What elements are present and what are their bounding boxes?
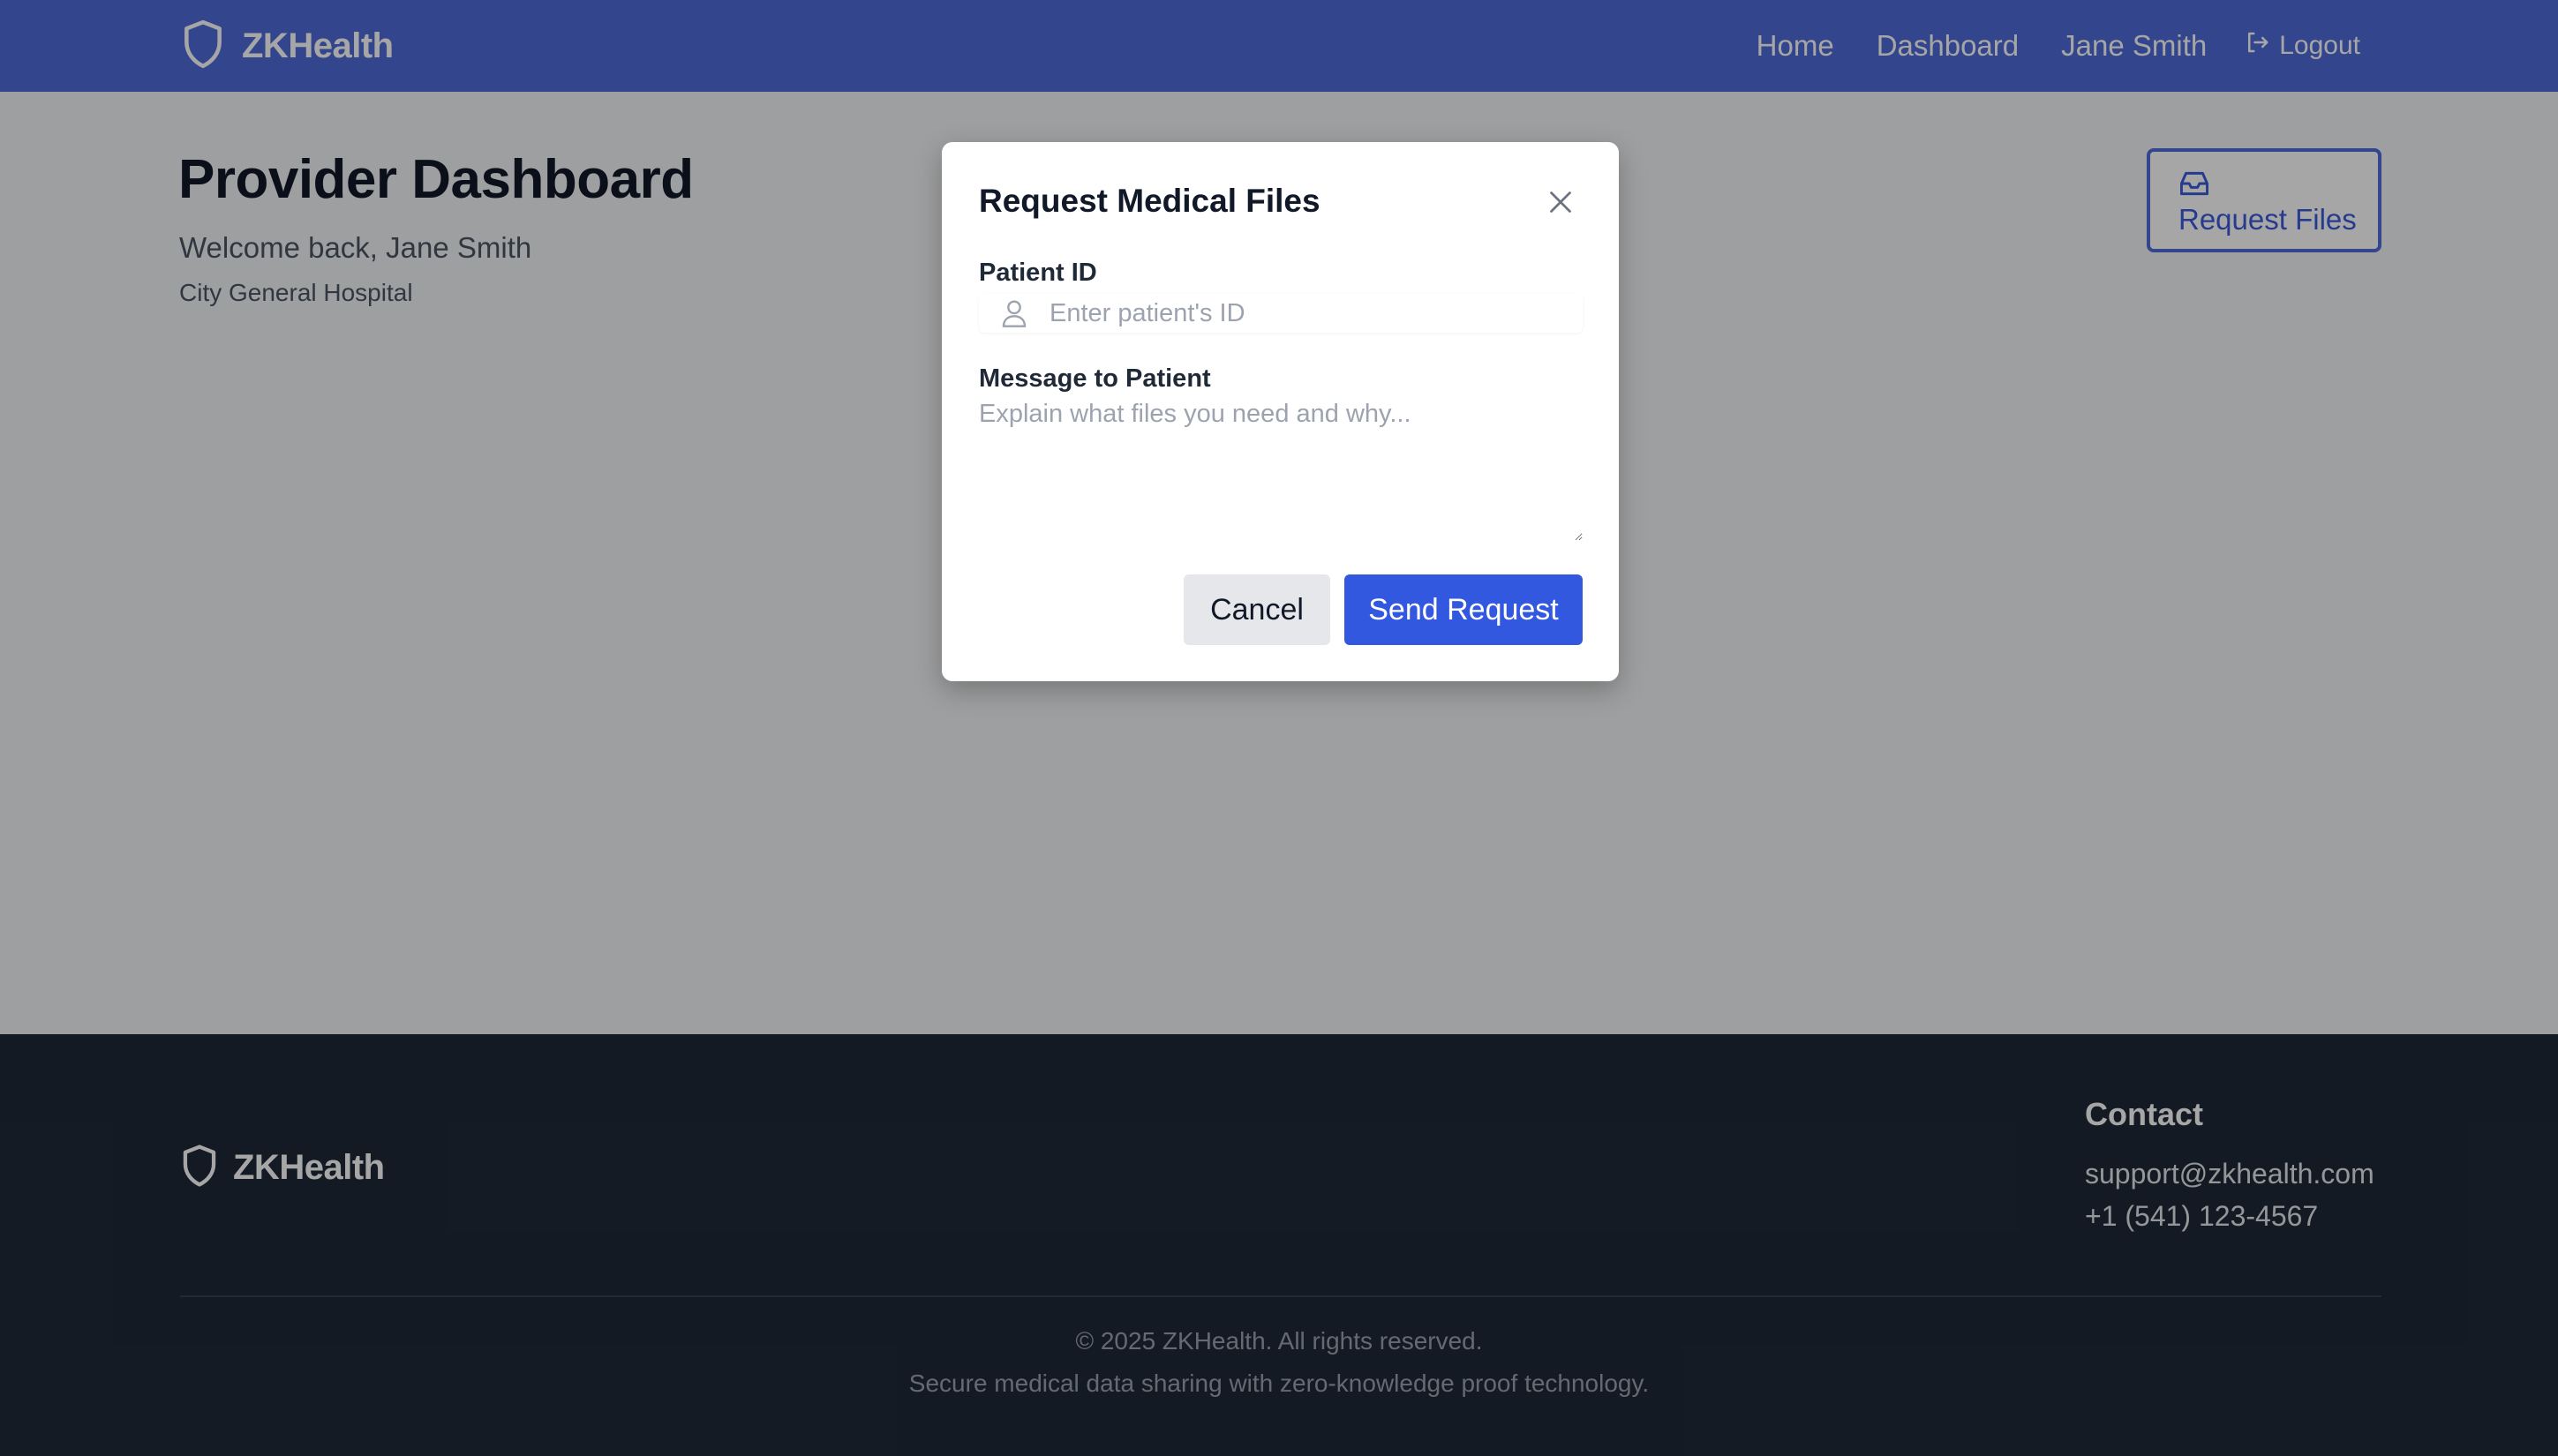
modal-title: Request Medical Files (979, 183, 1320, 219)
cancel-button[interactable]: Cancel (1184, 574, 1330, 645)
patient-id-label: Patient ID (979, 259, 1097, 287)
patient-id-field (979, 294, 1583, 333)
send-request-button[interactable]: Send Request (1344, 574, 1583, 645)
message-textarea[interactable] (979, 400, 1583, 541)
request-files-modal: Request Medical Files Patient ID Message… (942, 142, 1619, 681)
patient-id-input[interactable] (1050, 294, 1570, 333)
close-icon[interactable] (1545, 186, 1576, 218)
message-label: Message to Patient (979, 364, 1211, 393)
